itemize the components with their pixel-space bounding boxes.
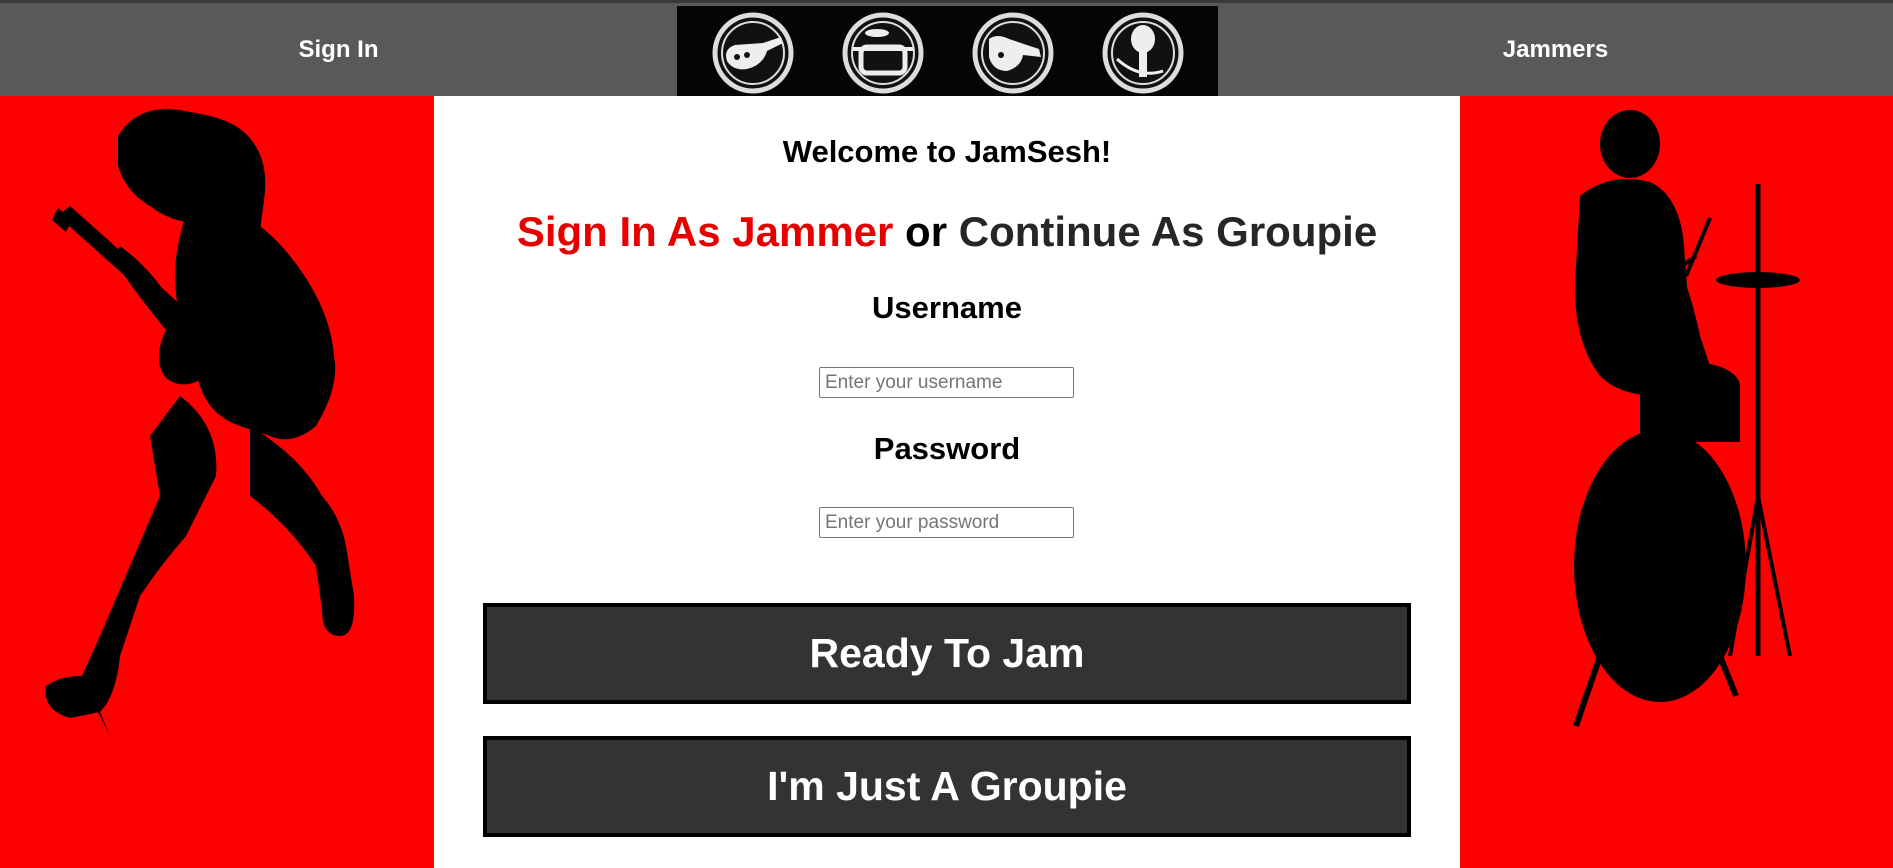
username-label: Username	[872, 290, 1022, 325]
password-label: Password	[873, 431, 1021, 466]
nav-jammers-link[interactable]: Jammers	[1218, 3, 1893, 96]
electric-guitar-icon	[972, 12, 1054, 94]
sign-in-as-jammer-link[interactable]: Sign In As Jammer	[517, 208, 894, 255]
drummer-silhouette-image	[1573, 110, 1800, 727]
nav-sign-in-link[interactable]: Sign In	[0, 3, 677, 96]
just-a-groupie-button[interactable]: I'm Just A Groupie	[483, 736, 1411, 837]
microphone-icon	[1102, 12, 1184, 94]
drum-icon	[842, 12, 924, 94]
top-nav-bar: Sign In Jammers	[0, 0, 1893, 99]
ready-to-jam-button[interactable]: Ready To Jam	[483, 603, 1411, 704]
site-logo[interactable]	[677, 6, 1218, 99]
password-input[interactable]	[819, 507, 1074, 538]
username-input[interactable]	[819, 367, 1074, 398]
left-side-panel	[0, 96, 434, 868]
guitarist-silhouette-image	[45, 109, 355, 736]
right-side-panel	[1460, 96, 1893, 868]
welcome-heading: Welcome to JamSesh!	[782, 134, 1112, 169]
continue-as-groupie-link[interactable]: Continue As Groupie	[959, 208, 1377, 255]
sign-in-choice-heading: Sign In As Jammer or Continue As Groupie	[434, 208, 1460, 256]
bass-guitar-icon	[712, 12, 794, 94]
sign-in-panel: Welcome to JamSesh! Sign In As Jammer or…	[434, 96, 1460, 868]
choice-separator: or	[893, 208, 959, 255]
